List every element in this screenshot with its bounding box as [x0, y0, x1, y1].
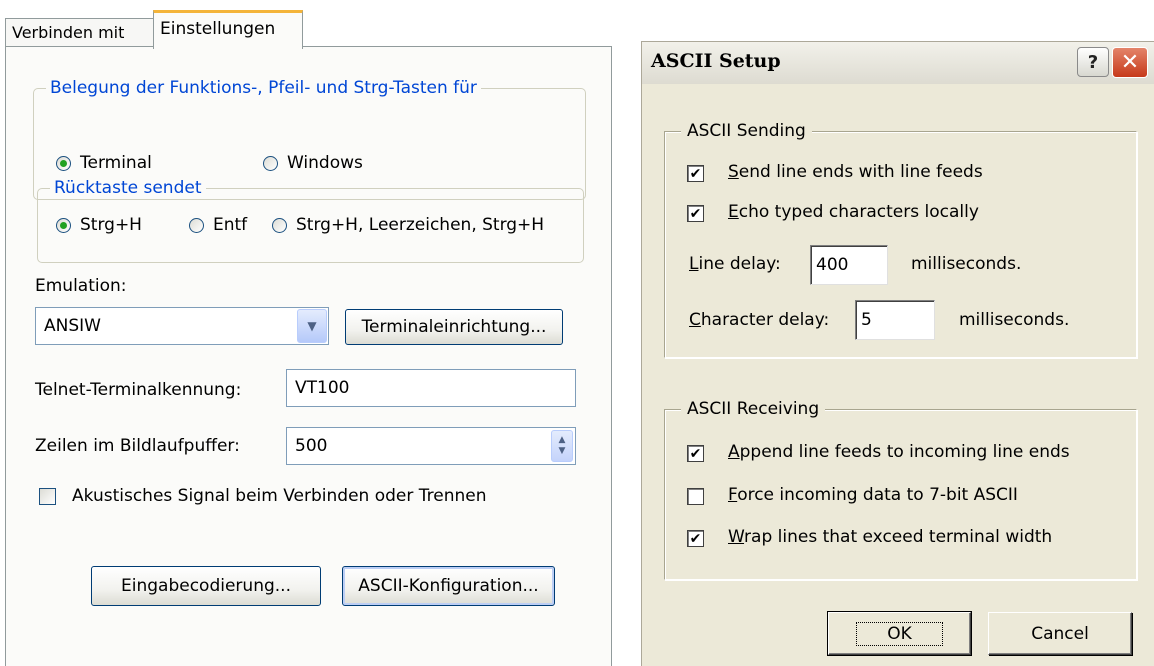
- help-icon[interactable]: ?: [1077, 47, 1109, 77]
- telnet-terminal-id-input[interactable]: VT100: [286, 369, 576, 407]
- telnet-value: VT100: [295, 378, 350, 398]
- tab-verbinden-mit[interactable]: Verbinden mit: [5, 18, 155, 48]
- keys-group-legend: Belegung der Funktions-, Pfeil- und Strg…: [46, 77, 481, 99]
- backspace-group-legend: Rücktaste sendet: [50, 177, 206, 199]
- scrollback-label: Zeilen im Bildlaufpuffer:: [35, 436, 240, 456]
- radio-windows-label: Windows: [287, 153, 363, 173]
- ascii-receiving-legend: ASCII Receiving: [681, 397, 826, 421]
- echo-locally-box[interactable]: ✔: [687, 205, 704, 222]
- ascii-sending-legend: ASCII Sending: [681, 119, 812, 143]
- char-delay-value: 5: [861, 310, 872, 330]
- emulation-value: ANSIW: [44, 316, 101, 336]
- ok-label: OK: [856, 621, 943, 646]
- ascii-receiving-group: ASCII Receiving ✔ Append line feeds to i…: [664, 397, 1137, 580]
- radio-terminal[interactable]: Terminal: [56, 153, 152, 173]
- wrap-lines-label: Wrap lines that exceed terminal width: [728, 527, 1053, 547]
- send-line-feeds-box[interactable]: ✔: [687, 165, 704, 182]
- input-encoding-button[interactable]: Eingabecodierung...: [91, 566, 321, 606]
- force-7bit-label: Force incoming data to 7-bit ASCII: [728, 485, 1018, 505]
- check-icon: ✔: [689, 165, 702, 182]
- ok-button[interactable]: OK: [827, 611, 972, 656]
- radio-strg-h-dot: [56, 217, 71, 233]
- radio-strg-h[interactable]: Strg+H: [56, 215, 142, 235]
- tab-label: Einstellungen: [160, 19, 276, 39]
- char-delay-unit: milliseconds.: [959, 310, 1070, 330]
- append-line-feeds-label: Append line feeds to incoming line ends: [728, 442, 1070, 462]
- line-delay-label: Line delay:: [689, 254, 781, 274]
- scrollback-spinner[interactable]: 500 ▲ ▼: [286, 427, 576, 465]
- radio-strg-h-leer-dot: [272, 217, 287, 233]
- terminal-setup-button[interactable]: Terminaleinrichtung...: [345, 309, 563, 345]
- radio-strg-h-leer-label: Strg+H, Leerzeichen, Strg+H: [296, 215, 545, 235]
- spin-updown-icon[interactable]: ▲ ▼: [551, 430, 573, 462]
- send-line-feeds-label: Send line ends with line feeds: [728, 162, 983, 182]
- char-delay-input[interactable]: 5: [855, 300, 935, 340]
- check-icon: ✔: [689, 445, 702, 462]
- chevron-down-icon[interactable]: ▼: [297, 309, 327, 343]
- radio-entf[interactable]: Entf: [189, 215, 247, 235]
- radio-strg-h-leer[interactable]: Strg+H, Leerzeichen, Strg+H: [272, 215, 544, 235]
- line-delay-unit: milliseconds.: [911, 254, 1022, 274]
- beep-label: Akustisches Signal beim Verbinden oder T…: [72, 486, 487, 506]
- line-delay-value: 400: [816, 255, 849, 275]
- terminal-setup-label: Terminaleinrichtung...: [361, 317, 547, 337]
- echo-locally-label: Echo typed characters locally: [728, 202, 979, 222]
- telnet-label: Telnet-Terminalkennung:: [35, 380, 242, 400]
- radio-windows[interactable]: Windows: [263, 153, 363, 173]
- ascii-config-label: ASCII-Konfiguration...: [358, 576, 539, 596]
- emulation-label: Emulation:: [35, 276, 127, 296]
- cancel-label: Cancel: [1031, 623, 1089, 644]
- ascii-setup-dialog: ASCII Setup ? ✕ ASCII Sending ✔ Send lin…: [641, 41, 1154, 666]
- settings-page: Belegung der Funktions-, Pfeil- und Strg…: [5, 46, 612, 666]
- radio-terminal-label: Terminal: [80, 153, 152, 173]
- dialog-title: ASCII Setup: [651, 50, 781, 72]
- radio-terminal-dot: [56, 155, 71, 171]
- close-icon[interactable]: ✕: [1112, 47, 1148, 78]
- scrollback-value: 500: [295, 436, 328, 456]
- radio-strg-h-label: Strg+H: [80, 215, 142, 235]
- check-icon: ✔: [689, 530, 702, 547]
- emulation-combobox[interactable]: ANSIW ▼: [35, 307, 329, 345]
- radio-windows-dot: [263, 155, 278, 171]
- input-encoding-label: Eingabecodierung...: [121, 576, 291, 596]
- cancel-button[interactable]: Cancel: [988, 612, 1132, 655]
- dialog-titlebar[interactable]: ASCII Setup ? ✕: [642, 42, 1154, 84]
- tab-label: Verbinden mit: [12, 23, 125, 42]
- ascii-config-button[interactable]: ASCII-Konfiguration...: [342, 566, 555, 606]
- char-delay-label: Character delay:: [689, 310, 830, 330]
- force-7bit-box[interactable]: [687, 488, 704, 505]
- line-delay-input[interactable]: 400: [810, 245, 888, 285]
- check-icon: ✔: [689, 205, 702, 222]
- radio-entf-label: Entf: [213, 215, 248, 235]
- radio-entf-dot: [189, 217, 204, 233]
- ascii-sending-group: ASCII Sending ✔ Send line ends with line…: [664, 119, 1137, 358]
- wrap-lines-box[interactable]: ✔: [687, 530, 704, 547]
- beep-checkbox-box[interactable]: [39, 488, 56, 505]
- backspace-groupbox: Rücktaste sendet Strg+H Entf Strg+H, Lee…: [37, 177, 584, 263]
- tab-einstellungen[interactable]: Einstellungen: [153, 10, 303, 49]
- append-line-feeds-box[interactable]: ✔: [687, 445, 704, 462]
